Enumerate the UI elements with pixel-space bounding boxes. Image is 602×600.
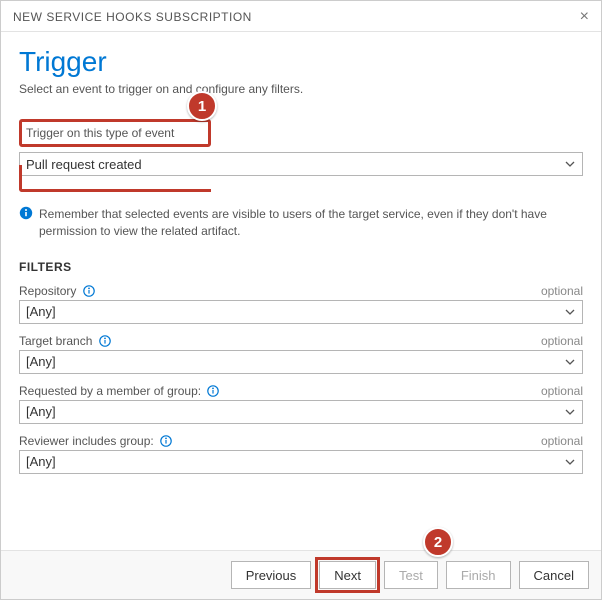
optional-label: optional	[541, 434, 583, 448]
filter-value: [Any]	[26, 304, 56, 319]
filter-label: Requested by a member of group:	[19, 384, 219, 398]
filter-label-row: Target branch optional	[19, 334, 583, 348]
next-button[interactable]: Next	[319, 561, 376, 589]
filter-label: Repository	[19, 284, 95, 298]
dialog-titlebar: NEW SERVICE HOOKS SUBSCRIPTION ×	[1, 1, 601, 32]
filter-label-row: Reviewer includes group: optional	[19, 434, 583, 448]
filter-block: Repository optional [Any]	[19, 284, 583, 324]
dialog-footer: 2 Previous Next Test Finish Cancel	[1, 550, 601, 599]
dialog-content: Trigger Select an event to trigger on an…	[1, 32, 601, 550]
filter-block: Reviewer includes group: optional [Any]	[19, 434, 583, 474]
test-button: Test	[384, 561, 438, 589]
filters-heading: FILTERS	[19, 260, 583, 274]
filter-value: [Any]	[26, 354, 56, 369]
chevron-down-icon	[564, 356, 576, 368]
dialog-title: NEW SERVICE HOOKS SUBSCRIPTION	[13, 10, 252, 24]
info-icon[interactable]	[160, 435, 172, 447]
info-note: Remember that selected events are visibl…	[19, 206, 583, 240]
optional-label: optional	[541, 384, 583, 398]
trigger-event-highlight: Trigger on this type of event	[19, 119, 211, 147]
chevron-down-icon	[564, 158, 576, 170]
filter-value: [Any]	[26, 404, 56, 419]
optional-label: optional	[541, 334, 583, 348]
filter-select[interactable]: [Any]	[19, 350, 583, 374]
cancel-button[interactable]: Cancel	[519, 561, 589, 589]
page-heading: Trigger	[19, 46, 583, 78]
filter-value: [Any]	[26, 454, 56, 469]
filter-label-row: Repository optional	[19, 284, 583, 298]
finish-button: Finish	[446, 561, 511, 589]
filter-select[interactable]: [Any]	[19, 450, 583, 474]
chevron-down-icon	[564, 456, 576, 468]
filter-block: Target branch optional [Any]	[19, 334, 583, 374]
previous-button[interactable]: Previous	[231, 561, 312, 589]
info-icon[interactable]	[83, 285, 95, 297]
info-note-text: Remember that selected events are visibl…	[39, 206, 583, 240]
filter-label: Reviewer includes group:	[19, 434, 172, 448]
info-icon[interactable]	[99, 335, 111, 347]
trigger-event-select[interactable]: Pull request created	[19, 152, 583, 176]
page-subtitle: Select an event to trigger on and config…	[19, 82, 583, 96]
filter-label: Target branch	[19, 334, 111, 348]
filter-label-row: Requested by a member of group: optional	[19, 384, 583, 398]
trigger-event-label: Trigger on this type of event	[24, 124, 206, 142]
filter-select[interactable]: [Any]	[19, 400, 583, 424]
info-icon[interactable]	[207, 385, 219, 397]
chevron-down-icon	[564, 306, 576, 318]
filter-select[interactable]: [Any]	[19, 300, 583, 324]
optional-label: optional	[541, 284, 583, 298]
info-icon	[19, 206, 33, 240]
trigger-event-value: Pull request created	[26, 157, 142, 172]
chevron-down-icon	[564, 406, 576, 418]
close-icon[interactable]: ×	[580, 9, 589, 25]
filter-block: Requested by a member of group: optional…	[19, 384, 583, 424]
